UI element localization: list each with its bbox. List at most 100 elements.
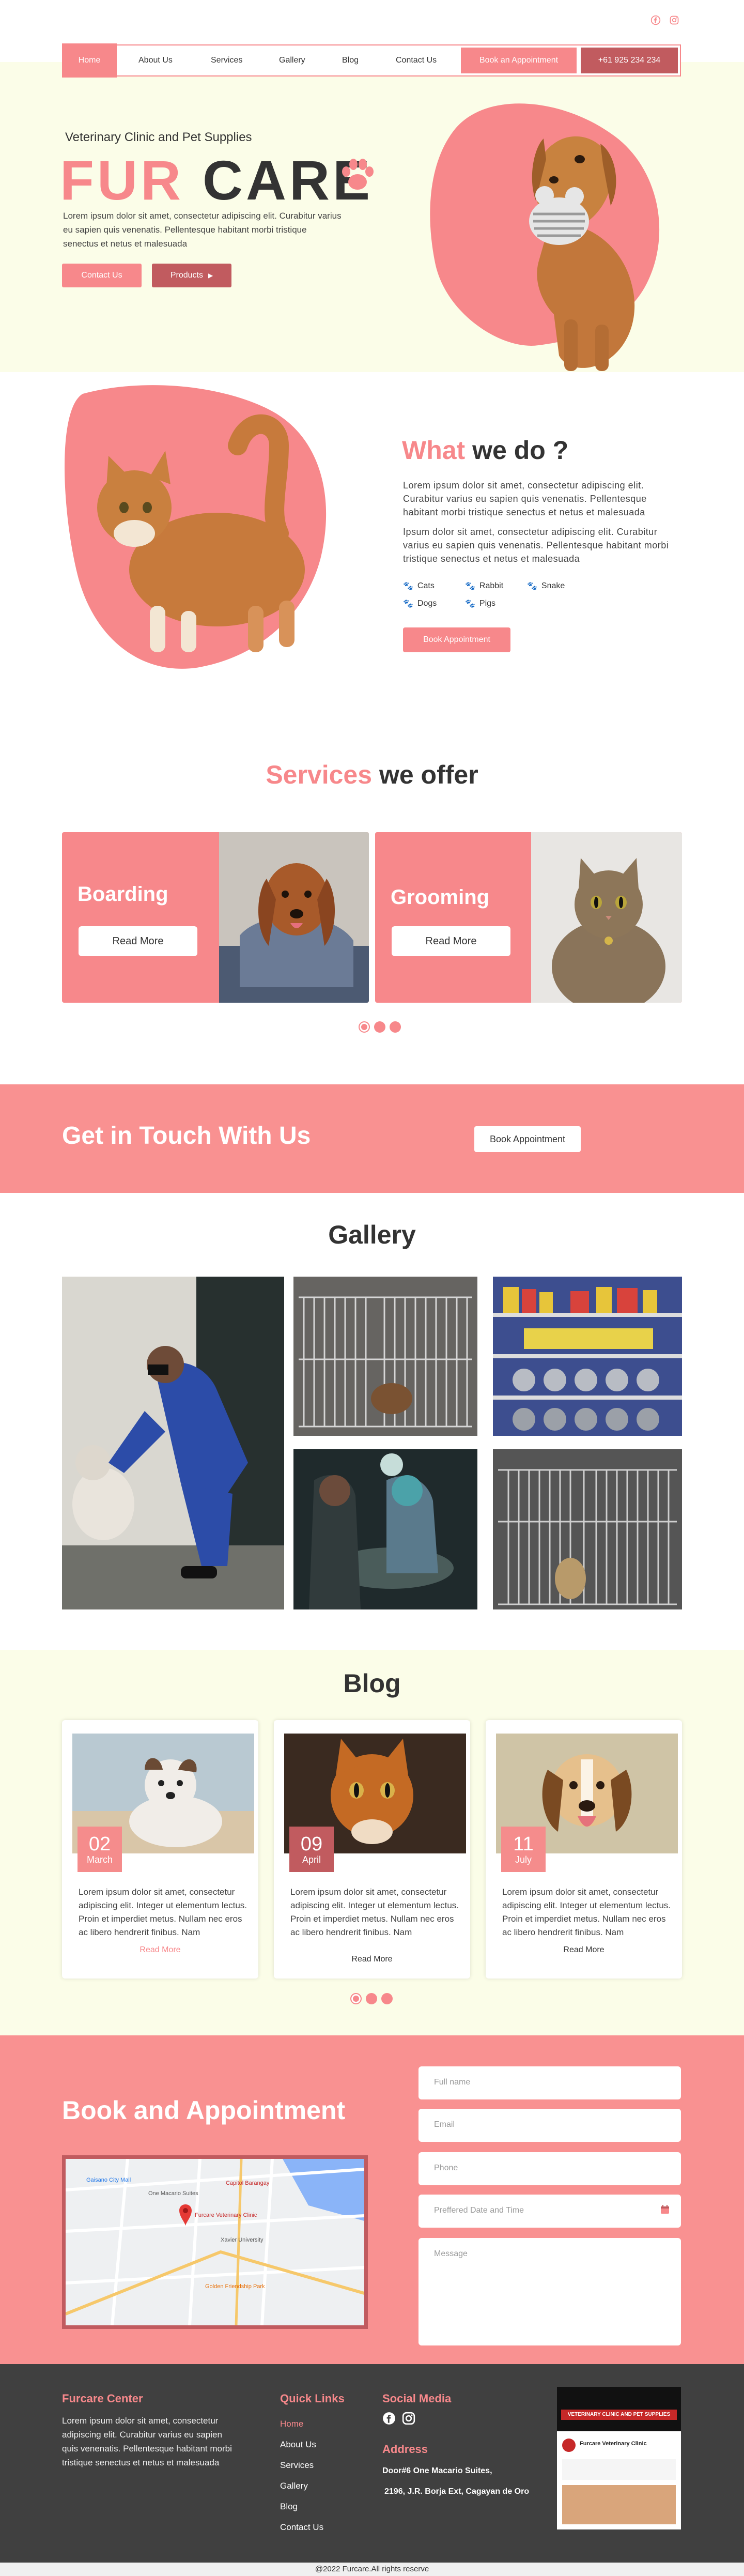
nav-home[interactable]: Home xyxy=(62,43,117,78)
grooming-cat-image xyxy=(531,832,682,1003)
footer-address-title: Address xyxy=(382,2443,428,2456)
fb-cover: VETERINARY CLINIC AND PET SUPPLIES xyxy=(557,2387,681,2431)
main-navbar: Home About Us Services Gallery Blog Cont… xyxy=(62,43,681,78)
cat-image xyxy=(62,378,341,678)
gallery-image-cages[interactable] xyxy=(493,1449,682,1609)
blog-date-month: July xyxy=(515,1854,532,1865)
book-appointment-button[interactable]: Book an Appointment xyxy=(461,48,577,73)
footer-link-about-us[interactable]: About Us xyxy=(280,2440,316,2450)
footer-link-home[interactable]: Home xyxy=(280,2419,303,2429)
nav-services[interactable]: Services xyxy=(211,45,242,75)
gallery-image-pet-supplies[interactable] xyxy=(493,1277,682,1436)
header-social xyxy=(650,14,680,26)
touch-book-appointment-button[interactable]: Book Appointment xyxy=(474,1126,581,1152)
blog-read-more-link[interactable]: Read More xyxy=(274,1955,470,1964)
instagram-icon[interactable] xyxy=(402,2412,415,2428)
read-more-button[interactable]: Read More xyxy=(79,926,197,956)
map-label: Furcare Veterinary Clinic xyxy=(195,2212,257,2218)
gallery-image-kennels[interactable] xyxy=(293,1277,477,1436)
facebook-icon[interactable] xyxy=(382,2412,396,2428)
date-time-placeholder: Preffered Date and Time xyxy=(434,2206,524,2215)
pet-item: 🐾 Snake xyxy=(527,581,589,591)
carousel-dot[interactable] xyxy=(359,1021,370,1033)
blog-card[interactable]: 09 April Lorem ipsum dolor sit amet, con… xyxy=(274,1720,470,1979)
phone-button[interactable]: +61 925 234 234 xyxy=(581,48,678,73)
fb-page-name: Furcare Veterinary Clinic xyxy=(580,2441,647,2447)
carousel-dot[interactable] xyxy=(350,1993,362,2004)
facebook-icon[interactable] xyxy=(650,14,661,26)
blog-date-day: 11 xyxy=(513,1833,534,1855)
gallery-image-vet-with-dog[interactable] xyxy=(62,1277,284,1609)
what-title-rest: we do ? xyxy=(472,436,569,465)
read-more-button[interactable]: Read More xyxy=(392,926,510,956)
what-paragraph-2: Ipsum dolor sit amet, consectetur adipis… xyxy=(403,527,669,564)
nav-contact-us[interactable]: Contact Us xyxy=(396,45,437,75)
facebook-page-widget[interactable]: VETERINARY CLINIC AND PET SUPPLIES Furca… xyxy=(557,2387,681,2529)
carousel-dot[interactable] xyxy=(381,1993,393,2004)
message-field[interactable]: Message xyxy=(419,2238,681,2345)
contact-us-button[interactable]: Contact Us xyxy=(62,264,142,287)
nav-blog[interactable]: Blog xyxy=(342,45,359,75)
location-map[interactable]: Furcare Veterinary Clinic Capitol Barang… xyxy=(62,2155,368,2329)
footer-links-title: Quick Links xyxy=(280,2392,345,2405)
boarding-dog-image xyxy=(219,832,369,1003)
play-icon: ▶ xyxy=(208,272,213,279)
services-title: Services we offer xyxy=(0,760,744,790)
map-label: Golden Friendship Park xyxy=(205,2283,265,2290)
hero-title-fur: FUR xyxy=(60,149,184,211)
blog-title: Blog xyxy=(343,1669,401,1698)
gallery-image-surgery[interactable] xyxy=(293,1449,477,1609)
blog-read-more-link[interactable]: Read More xyxy=(62,1945,258,1955)
pet-label: Dogs xyxy=(417,599,437,608)
pet-label: Rabbit xyxy=(479,581,504,590)
booking-title: Book and Appointment xyxy=(62,2096,346,2125)
footer-social-title: Social Media xyxy=(382,2392,452,2405)
map-label: Gaisano City Mall xyxy=(86,2177,131,2183)
paw-icon: 🐾 xyxy=(403,582,413,591)
paw-icon: 🐾 xyxy=(465,582,475,591)
pet-item: 🐾 Rabbit xyxy=(465,581,527,591)
products-button[interactable]: Products ▶ xyxy=(152,264,231,287)
map-label: Xavier University xyxy=(221,2237,264,2243)
carousel-dot[interactable] xyxy=(390,1021,401,1033)
blog-excerpt: Lorem ipsum dolor sit amet, consectetur … xyxy=(79,1887,247,1937)
calendar-icon[interactable] xyxy=(660,2205,670,2217)
footer-center-title: Furcare Center xyxy=(62,2392,143,2405)
nav-about-us[interactable]: About Us xyxy=(138,45,173,75)
fb-post-image xyxy=(562,2485,676,2524)
services-title-accent: Services xyxy=(266,760,373,789)
full-name-field[interactable]: Full name xyxy=(419,2066,681,2099)
services-title-rest: we offer xyxy=(379,760,478,789)
footer-link-blog[interactable]: Blog xyxy=(280,2502,298,2512)
copyright: @2022 Furcare.All rights reserve xyxy=(0,2563,744,2576)
blog-card[interactable]: 02 March Lorem ipsum dolor sit amet, con… xyxy=(62,1720,258,1979)
blog-read-more-link[interactable]: Read More xyxy=(486,1945,682,1955)
carousel-dot[interactable] xyxy=(366,1993,377,2004)
products-button-label: Products xyxy=(170,271,203,280)
blog-card[interactable]: 11 July Lorem ipsum dolor sit amet, cons… xyxy=(486,1720,682,1979)
pet-item: 🐾 Pigs xyxy=(465,599,527,609)
footer-link-contact-us[interactable]: Contact Us xyxy=(280,2522,323,2533)
footer-center-text: Lorem ipsum dolor sit amet, consectetur … xyxy=(62,2416,232,2467)
hero-title: FUR CARE xyxy=(60,148,373,212)
nav-gallery[interactable]: Gallery xyxy=(279,45,305,75)
paw-icon xyxy=(337,154,378,198)
date-time-field[interactable]: Preffered Date and Time xyxy=(419,2195,681,2228)
services-carousel-dots xyxy=(359,1021,401,1033)
hero-text: Lorem ipsum dolor sit amet, consectetur … xyxy=(63,211,342,249)
what-book-appointment-button[interactable]: Book Appointment xyxy=(403,627,510,652)
pets-list: 🐾 Cats 🐾 Rabbit 🐾 Snake 🐾 Dogs 🐾 Pigs xyxy=(403,581,589,609)
map-label: Capitol Barangay xyxy=(226,2180,270,2186)
paw-icon: 🐾 xyxy=(403,600,413,608)
instagram-icon[interactable] xyxy=(669,14,680,26)
carousel-dot[interactable] xyxy=(374,1021,385,1033)
footer-social-icons xyxy=(382,2412,415,2428)
paw-icon: 🐾 xyxy=(527,582,537,591)
blog-carousel-dots xyxy=(350,1993,393,2004)
map-label: One Macario Suites xyxy=(148,2190,198,2197)
phone-field[interactable]: Phone xyxy=(419,2152,681,2185)
hero-subtitle: Veterinary Clinic and Pet Supplies xyxy=(65,130,252,144)
footer-link-gallery[interactable]: Gallery xyxy=(280,2481,308,2491)
email-field[interactable]: Email xyxy=(419,2109,681,2142)
footer-link-services[interactable]: Services xyxy=(280,2460,314,2471)
